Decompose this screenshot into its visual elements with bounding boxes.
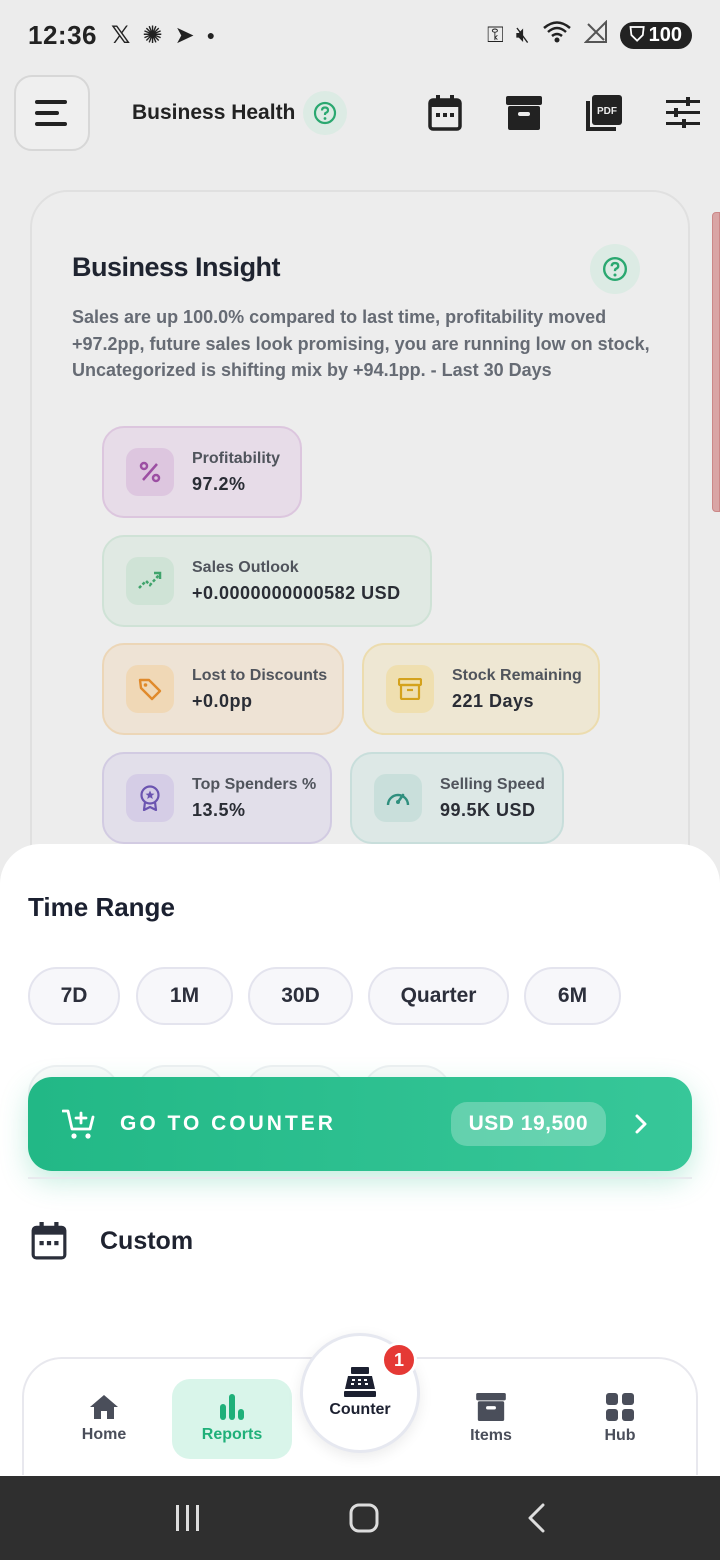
hamburger-icon	[35, 100, 67, 126]
back-icon[interactable]	[525, 1502, 547, 1534]
range-option-30d[interactable]: 30D	[248, 967, 353, 1025]
vpn-key-icon: ⚿	[487, 22, 504, 47]
sheet-title: Time Range	[28, 892, 175, 922]
award-icon	[126, 774, 174, 822]
trend-icon	[126, 557, 174, 605]
home-icon	[90, 1395, 118, 1419]
nav-reports[interactable]: Reports	[172, 1379, 292, 1459]
nav-home[interactable]: Home	[44, 1379, 164, 1459]
header-help-button[interactable]	[303, 91, 348, 135]
speedometer-icon	[374, 774, 422, 822]
x-app-icon: 𝕏	[111, 21, 131, 49]
insight-help-button[interactable]	[590, 244, 640, 294]
percent-icon	[126, 448, 174, 496]
battery-indicator: ⛉ 100	[619, 21, 692, 49]
go-to-counter-button[interactable]: GO TO COUNTER USD 19,500	[28, 1077, 692, 1171]
home-button-icon[interactable]	[348, 1502, 380, 1534]
metric-lost-to-discounts[interactable]: Lost to Discounts +0.0pp	[102, 643, 344, 735]
more-notifications-dot-icon: ●	[206, 27, 216, 43]
metric-selling-speed[interactable]: Selling Speed 99.5K USD	[350, 752, 564, 844]
custom-label: Custom	[100, 1226, 194, 1255]
divider	[28, 1177, 692, 1179]
calendar-icon[interactable]	[428, 95, 462, 131]
telegram-icon: ➤	[174, 21, 195, 49]
metric-stock-remaining[interactable]: Stock Remaining 221 Days	[362, 643, 600, 735]
chevron-right-icon	[634, 1113, 648, 1135]
help-icon	[602, 256, 628, 282]
bar-chart-icon	[220, 1394, 244, 1420]
scroll-indicator	[712, 212, 720, 512]
page-title: Business Health	[132, 101, 296, 124]
cash-register-icon	[344, 1367, 376, 1397]
grid-icon	[606, 1393, 634, 1421]
tag-icon	[126, 665, 174, 713]
mute-icon: 🔇︎	[515, 22, 530, 47]
status-bar: 12:36 𝕏 ✺ ➤ ● ⚿ 🔇︎ ⛉ 100	[0, 0, 720, 70]
wifi-icon	[542, 20, 572, 50]
card-title: Business Insight	[72, 252, 281, 282]
nav-hub[interactable]: Hub	[560, 1379, 680, 1459]
nav-items[interactable]: Items	[431, 1379, 551, 1459]
calendar-icon	[31, 1222, 67, 1260]
cart-total: USD 19,500	[450, 1102, 606, 1146]
menu-button[interactable]	[14, 75, 90, 151]
status-time: 12:36	[28, 19, 97, 50]
pdf-icon[interactable]: PDF	[586, 95, 622, 131]
shield-icon: ⛉	[629, 23, 645, 46]
svg-text:PDF: PDF	[597, 106, 617, 117]
recent-apps-icon[interactable]	[173, 1503, 203, 1533]
archive-icon	[386, 665, 434, 713]
range-option-quarter[interactable]: Quarter	[368, 967, 509, 1025]
help-icon	[314, 101, 337, 125]
counter-bar-label: GO TO COUNTER	[120, 1112, 336, 1135]
archive-icon[interactable]	[506, 96, 542, 130]
archive-icon	[476, 1393, 506, 1421]
range-option-1m[interactable]: 1M	[136, 967, 233, 1025]
metric-top-spenders[interactable]: Top Spenders % 13.5%	[102, 752, 332, 844]
custom-range-option[interactable]: Custom	[30, 1222, 193, 1260]
counter-badge: 1	[381, 1342, 417, 1378]
cart-add-icon	[62, 1109, 95, 1139]
filter-sliders-icon[interactable]	[666, 97, 700, 129]
app-header: Business Health PDF	[14, 75, 706, 151]
metric-profitability[interactable]: Profitability 97.2%	[102, 426, 302, 518]
range-option-7d[interactable]: 7D	[28, 967, 120, 1025]
app-notification-icon: ✺	[142, 21, 163, 49]
system-navigation-bar	[0, 1476, 720, 1560]
signal-icon	[583, 19, 608, 50]
metric-sales-outlook[interactable]: Sales Outlook +0.0000000000582 USD	[102, 535, 432, 627]
range-option-6m[interactable]: 6M	[524, 967, 621, 1025]
insight-summary: Sales are up 100.0% compared to last tim…	[72, 307, 650, 380]
business-insight-card: Business Insight Sales are up 100.0% com…	[30, 190, 690, 890]
